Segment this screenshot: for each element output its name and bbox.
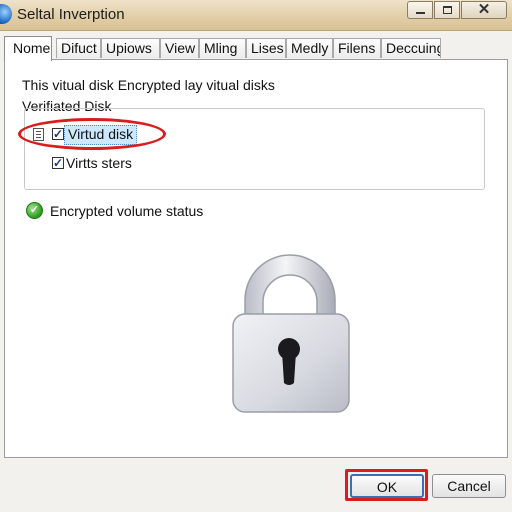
close-icon: ✕ xyxy=(477,1,491,18)
minimize-icon xyxy=(416,12,425,14)
status-text: Encrypted volume status xyxy=(50,203,204,219)
cancel-button[interactable]: Cancel xyxy=(432,474,506,498)
maximize-icon xyxy=(443,6,452,14)
check-circle-icon: ✓ xyxy=(26,202,43,219)
close-button[interactable]: ✕ xyxy=(461,1,507,19)
tab-medly[interactable]: Medly xyxy=(286,38,333,58)
tab-upiows[interactable]: Upiows xyxy=(101,38,160,58)
tab-filens[interactable]: Filens xyxy=(333,38,381,58)
app-globe-icon xyxy=(0,4,12,24)
tab-strip: Nome Difuct Upiows View Mling Lises Medl… xyxy=(0,36,512,61)
title-bar: Seltal Inverption ✕ xyxy=(0,0,512,31)
description-text: This vitual disk Encrypted lay vitual di… xyxy=(22,77,275,93)
tab-view[interactable]: View xyxy=(160,38,199,58)
annotation-oval xyxy=(18,118,166,150)
virtts-sters-checkbox[interactable]: ✓ xyxy=(52,157,64,169)
minimize-button[interactable] xyxy=(407,1,433,19)
padlock-icon xyxy=(232,254,350,413)
virtts-sters-label[interactable]: Virtts sters xyxy=(66,155,132,171)
tab-mling[interactable]: Mling xyxy=(199,38,246,58)
ok-button[interactable]: OK xyxy=(350,474,424,498)
tab-deccuing[interactable]: Deccuing xyxy=(381,38,441,58)
tab-nome[interactable]: Nome xyxy=(4,36,52,61)
maximize-button[interactable] xyxy=(434,1,460,19)
window-title: Seltal Inverption xyxy=(17,6,125,23)
tab-difuct[interactable]: Difuct xyxy=(56,38,101,58)
tab-lises[interactable]: Lises xyxy=(246,38,286,58)
